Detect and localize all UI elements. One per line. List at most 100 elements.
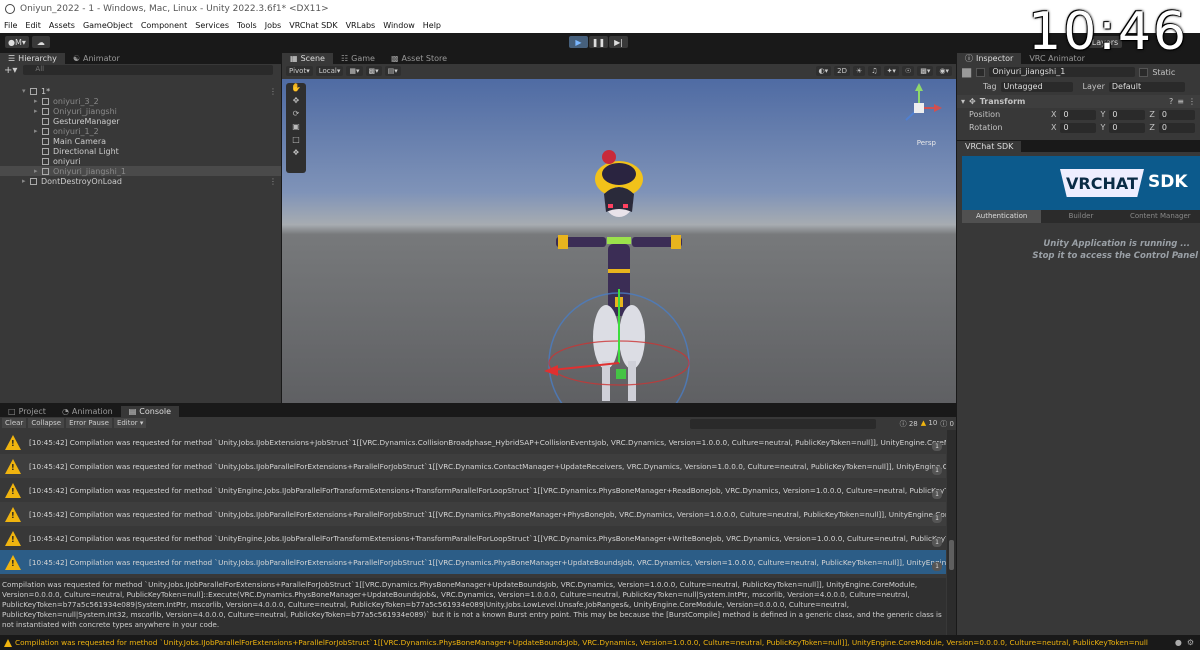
- menu-vrchat-sdk[interactable]: VRChat SDK: [289, 21, 337, 30]
- tab-project[interactable]: □ Project: [0, 406, 54, 417]
- menu-edit[interactable]: Edit: [25, 21, 41, 30]
- hierarchy-search-input[interactable]: All: [23, 65, 274, 75]
- grid-snap-button[interactable]: ▦▾: [346, 66, 363, 76]
- expand-arrow-icon[interactable]: ▸: [34, 97, 42, 105]
- more-icon[interactable]: ⋮: [269, 87, 277, 96]
- expand-arrow-icon[interactable]: ▸: [34, 127, 42, 135]
- hierarchy-item[interactable]: GestureManager: [0, 116, 281, 126]
- hierarchy-item[interactable]: ▸ oniyuri_1_2: [0, 126, 281, 136]
- expand-arrow-icon[interactable]: ▸: [34, 167, 42, 175]
- scrollbar-thumb[interactable]: [949, 540, 954, 570]
- console-log-entry[interactable]: [10:45:42] Compilation was requested for…: [0, 526, 946, 550]
- camera-icon[interactable]: ▩▾: [917, 66, 934, 76]
- console-search-input[interactable]: [690, 419, 876, 429]
- rotation-x-field[interactable]: 0: [1060, 122, 1097, 133]
- menu-file[interactable]: File: [4, 21, 17, 30]
- error-count-toggle[interactable]: ⓘ 0: [940, 419, 954, 429]
- play-button[interactable]: ▶: [569, 36, 588, 48]
- tab-animation[interactable]: ◔ Animation: [54, 406, 121, 417]
- tab-builder[interactable]: Builder: [1041, 210, 1121, 223]
- console-scrollbar[interactable]: [947, 430, 956, 635]
- console-log-entry[interactable]: [10:45:42] Compilation was requested for…: [0, 430, 946, 454]
- account-button[interactable]: ● M ▾: [5, 36, 29, 48]
- expand-arrow-icon[interactable]: ▸: [22, 177, 30, 185]
- position-z-field[interactable]: 0: [1158, 109, 1195, 120]
- menu-services[interactable]: Services: [195, 21, 229, 30]
- hierarchy-item[interactable]: ▸ DontDestroyOnLoad ⋮: [0, 176, 281, 186]
- object-name-field[interactable]: Oniyuri_jiangshi_1: [989, 67, 1136, 77]
- pause-button[interactable]: ❚❚: [589, 36, 608, 48]
- tab-console[interactable]: ▤ Console: [120, 406, 180, 417]
- menu-window[interactable]: Window: [383, 21, 415, 30]
- hierarchy-item[interactable]: ▸ Oniyuri_jiangshi: [0, 106, 281, 116]
- status-bar[interactable]: Compilation was requested for method `Un…: [0, 635, 1200, 650]
- orientation-gizmo[interactable]: [896, 83, 942, 133]
- space-dropdown[interactable]: Local ▾: [315, 66, 344, 76]
- mode-2d-button[interactable]: 2D: [834, 66, 850, 76]
- log-count-toggle[interactable]: ⓘ 28: [900, 419, 918, 429]
- lighting-icon[interactable]: ☀: [853, 66, 866, 76]
- add-icon[interactable]: +▾: [4, 65, 17, 76]
- shading-mode-icon[interactable]: ◐▾: [815, 66, 832, 76]
- move-gizmo-plane[interactable]: [616, 369, 626, 379]
- editor-dropdown[interactable]: Editor ▾: [113, 418, 147, 428]
- hierarchy-item[interactable]: ▸ oniyuri_3_2: [0, 96, 281, 106]
- layer-dropdown[interactable]: Default: [1108, 81, 1185, 92]
- collapse-arrow-icon[interactable]: ▾: [961, 97, 965, 106]
- menu-assets[interactable]: Assets: [49, 21, 75, 30]
- position-x-field[interactable]: 0: [1060, 109, 1097, 120]
- step-button[interactable]: ▶|: [609, 36, 628, 48]
- gizmos-icon[interactable]: ◉▾: [936, 66, 952, 76]
- tab-inspector[interactable]: ⓘ Inspector: [957, 53, 1022, 64]
- tab-authentication[interactable]: Authentication: [962, 210, 1042, 223]
- expand-arrow-icon[interactable]: ▾: [22, 87, 30, 95]
- hierarchy-item[interactable]: ▾ 1* ⋮: [0, 86, 281, 96]
- menu-help[interactable]: Help: [423, 21, 441, 30]
- expand-arrow-icon[interactable]: ▸: [34, 107, 42, 115]
- pivot-dropdown[interactable]: Pivot ▾: [286, 66, 313, 76]
- hierarchy-item[interactable]: oniyuri: [0, 156, 281, 166]
- rotation-z-field[interactable]: 0: [1158, 122, 1195, 133]
- debug-icon[interactable]: ⚙: [1187, 638, 1194, 647]
- transform-header[interactable]: ▾ ✥ Transform ? ≡ ⋮: [957, 95, 1200, 108]
- hierarchy-item[interactable]: ▸ Oniyuri_jiangshi_1: [0, 166, 281, 176]
- tab-asset-store[interactable]: ▩ Asset Store: [383, 53, 455, 64]
- console-log-entry[interactable]: [10:45:42] Compilation was requested for…: [0, 454, 946, 478]
- menu-component[interactable]: Component: [141, 21, 187, 30]
- tab-scene[interactable]: ▦ Scene: [282, 53, 333, 64]
- menu-gameobject[interactable]: GameObject: [83, 21, 133, 30]
- tab-animator[interactable]: ☯ Animator: [65, 53, 128, 64]
- avatar-character[interactable]: [282, 79, 956, 403]
- tag-dropdown[interactable]: Untagged: [1000, 81, 1073, 92]
- progress-icon[interactable]: ●: [1175, 638, 1182, 647]
- tab-game[interactable]: ☷ Game: [333, 53, 383, 64]
- error-pause-button[interactable]: Error Pause: [66, 418, 112, 428]
- warning-count-toggle[interactable]: ▲ 10: [921, 419, 938, 429]
- help-icon[interactable]: ?: [1169, 97, 1173, 106]
- perspective-label[interactable]: Persp: [917, 139, 936, 147]
- collapse-button[interactable]: Collapse: [28, 418, 65, 428]
- audio-icon[interactable]: ♫: [868, 66, 881, 76]
- console-log-entry[interactable]: [10:45:42] Compilation was requested for…: [0, 478, 946, 502]
- hierarchy-item[interactable]: Main Camera: [0, 136, 281, 146]
- tab-hierarchy[interactable]: ☰ Hierarchy: [0, 53, 65, 64]
- position-y-field[interactable]: 0: [1109, 109, 1146, 120]
- active-checkbox[interactable]: [976, 67, 986, 77]
- more-icon[interactable]: ⋮: [1188, 97, 1196, 106]
- clear-button[interactable]: Clear: [2, 418, 27, 428]
- tab-content-manager[interactable]: Content Manager: [1120, 210, 1200, 223]
- static-checkbox[interactable]: [1139, 67, 1149, 77]
- preset-icon[interactable]: ≡: [1177, 97, 1184, 106]
- grid-visibility-button[interactable]: ▤▾: [384, 66, 401, 76]
- menu-jobs[interactable]: Jobs: [265, 21, 282, 30]
- tab-vrchat-sdk[interactable]: VRChat SDK: [957, 141, 1022, 152]
- console-log-entry[interactable]: [10:45:42] Compilation was requested for…: [0, 550, 946, 574]
- scene-viewport[interactable]: ✋ ✥ ⟳ ▣ □ ❖ Persp: [282, 79, 956, 403]
- hierarchy-item[interactable]: Directional Light: [0, 146, 281, 156]
- cloud-icon[interactable]: ☁: [31, 36, 50, 48]
- effects-icon[interactable]: ✦▾: [883, 66, 899, 76]
- menu-tools[interactable]: Tools: [237, 21, 257, 30]
- menu-vrlabs[interactable]: VRLabs: [346, 21, 376, 30]
- rotation-y-field[interactable]: 0: [1109, 122, 1146, 133]
- snap-increment-button[interactable]: ▩▾: [365, 66, 382, 76]
